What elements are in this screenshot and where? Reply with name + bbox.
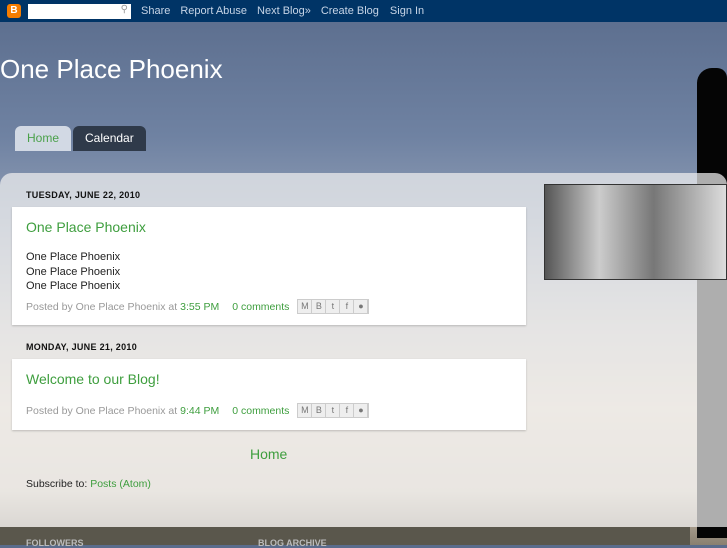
- comments-link[interactable]: 0 comments: [232, 301, 289, 313]
- body-line: One Place Phoenix: [26, 280, 121, 292]
- post-title[interactable]: One Place Phoenix: [26, 219, 146, 235]
- subscribe-line: Subscribe to: Posts (Atom): [26, 478, 151, 490]
- twitter-icon[interactable]: t: [326, 300, 341, 313]
- tab-calendar[interactable]: Calendar: [73, 126, 146, 151]
- body-line: One Place Phoenix: [26, 251, 121, 263]
- post-date: TUESDAY, JUNE 22, 2010: [26, 190, 141, 200]
- email-icon[interactable]: M: [298, 300, 313, 313]
- body-line: One Place Phoenix: [26, 265, 121, 278]
- share-link[interactable]: Share: [141, 5, 170, 17]
- subscribe-label: Subscribe to:: [26, 478, 88, 490]
- posted-by: Posted by One Place Phoenix at: [26, 404, 178, 417]
- post: Welcome to our Blog! Posted by One Place…: [12, 359, 526, 430]
- blogthis-icon[interactable]: B: [312, 404, 327, 417]
- share-buttons: M Bt f ●: [297, 299, 370, 314]
- buzz-icon[interactable]: ●: [354, 300, 369, 313]
- report-abuse-link[interactable]: Report Abuse: [180, 5, 247, 17]
- share-buttons: M Bt f ●: [297, 403, 370, 418]
- post-body: One Place Phoenix One Place Phoenix One …: [26, 250, 120, 294]
- blogger-navbar: B ⚲ Share Report Abuse Next Blog» Create…: [0, 0, 727, 22]
- comments-link[interactable]: 0 comments: [232, 405, 289, 417]
- blogger-logo-icon[interactable]: B: [7, 4, 21, 18]
- search-input[interactable]: ⚲: [28, 3, 131, 19]
- buzz-icon[interactable]: ●: [354, 404, 369, 417]
- next-blog-link[interactable]: Next Blog»: [257, 5, 311, 17]
- email-icon[interactable]: M: [298, 404, 313, 417]
- page-tabs: Home Calendar: [15, 126, 146, 151]
- home-link[interactable]: Home: [250, 446, 287, 462]
- blog-archive-heading: BLOG ARCHIVE: [258, 538, 327, 548]
- search-icon[interactable]: ⚲: [121, 4, 128, 15]
- blogthis-icon[interactable]: B: [312, 300, 327, 313]
- posted-by: Posted by One Place Phoenix at: [26, 300, 178, 313]
- facebook-icon[interactable]: f: [340, 404, 355, 417]
- post-footer: Posted by One Place Phoenix at 3:55 PM 0…: [26, 299, 370, 314]
- twitter-icon[interactable]: t: [326, 404, 341, 417]
- sign-in-link[interactable]: Sign In: [390, 5, 424, 17]
- posts-atom-link[interactable]: Posts (Atom): [90, 478, 151, 490]
- post-footer: Posted by One Place Phoenix at 9:44 PM 0…: [26, 403, 370, 418]
- followers-heading: FOLLOWERS: [26, 538, 84, 548]
- post: One Place Phoenix One Place Phoenix One …: [12, 207, 526, 325]
- post-time-link[interactable]: 9:44 PM: [180, 405, 219, 417]
- facebook-icon[interactable]: f: [340, 300, 355, 313]
- blog-title[interactable]: One Place Phoenix: [0, 54, 223, 85]
- post-title[interactable]: Welcome to our Blog!: [26, 371, 160, 387]
- tab-home[interactable]: Home: [15, 126, 72, 151]
- post-date: MONDAY, JUNE 21, 2010: [26, 342, 138, 352]
- post-time-link[interactable]: 3:55 PM: [180, 301, 219, 313]
- footer-widgets: FOLLOWERS BLOG ARCHIVE: [0, 527, 690, 548]
- create-blog-link[interactable]: Create Blog: [321, 5, 379, 17]
- family-photo: [544, 184, 727, 280]
